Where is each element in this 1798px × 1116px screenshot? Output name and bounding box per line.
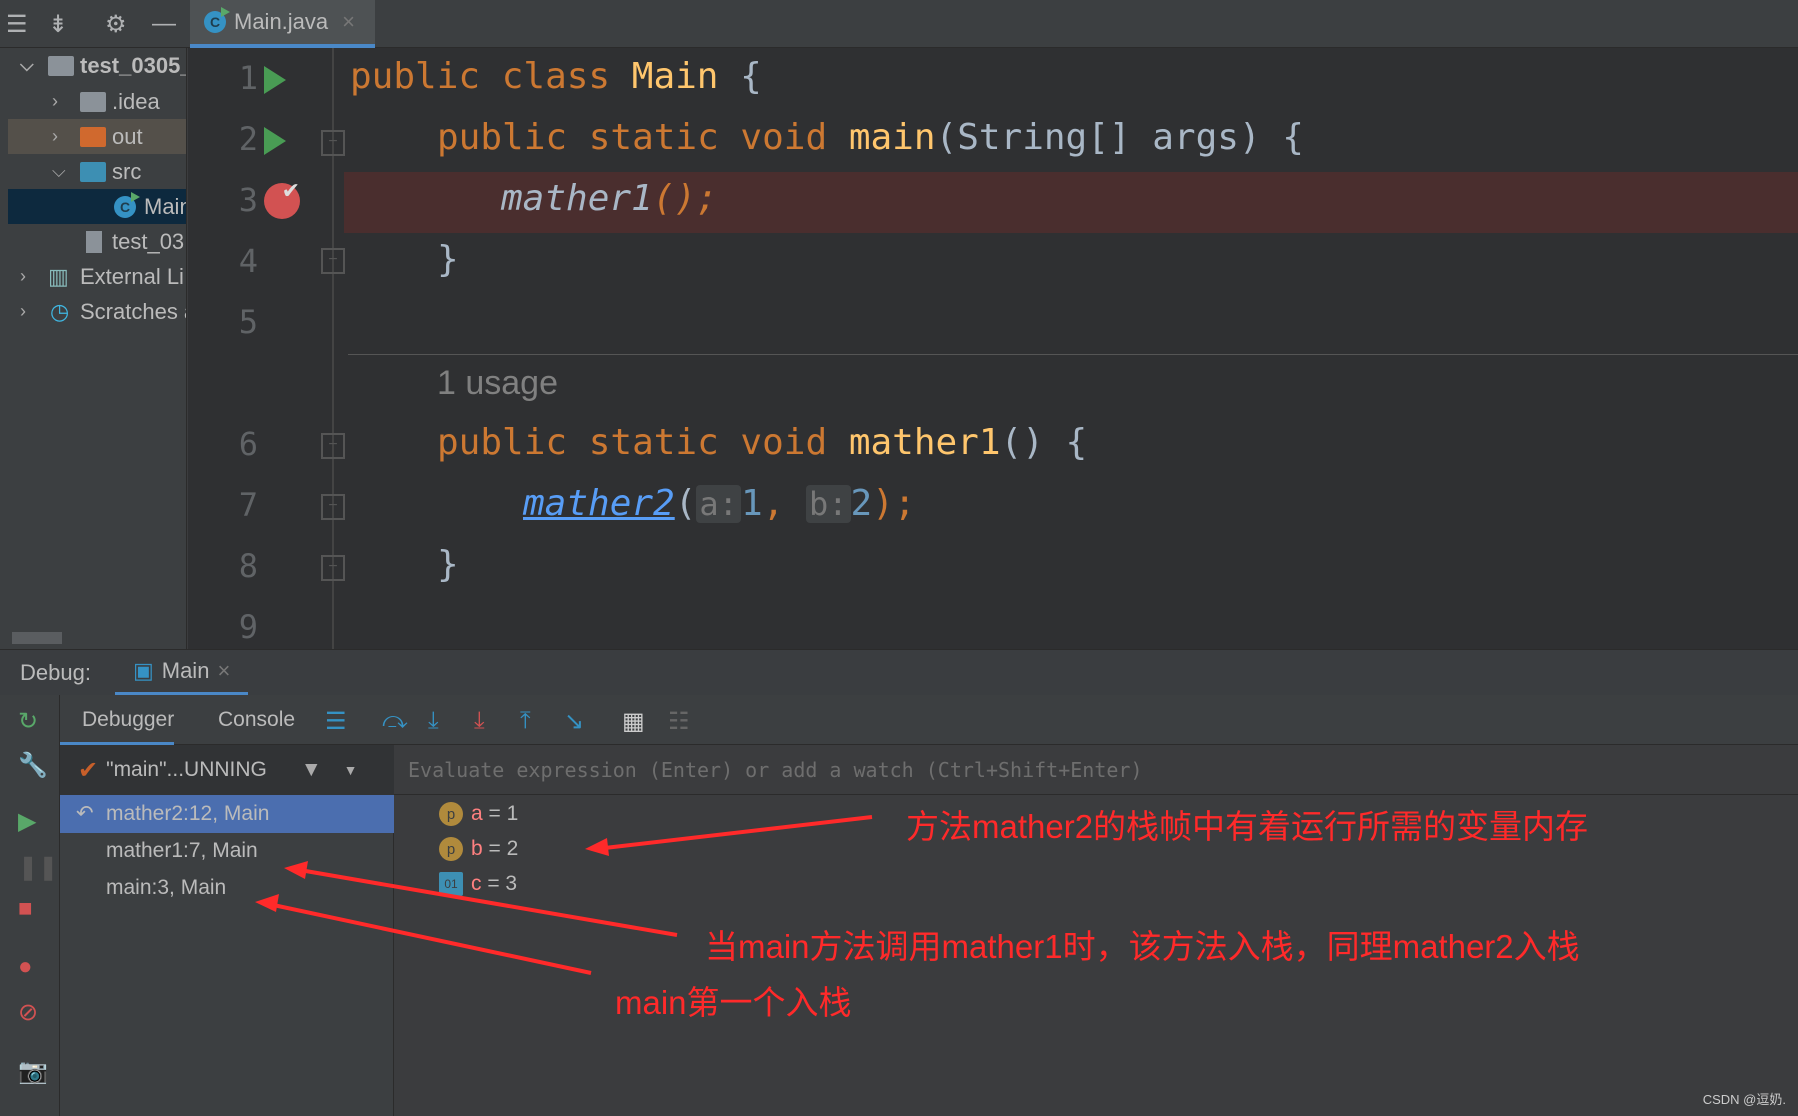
arrow-to-variables	[595, 815, 873, 851]
arrow-to-mather1-frame	[293, 867, 678, 937]
arrowhead	[585, 838, 609, 856]
annotation-text: 方法mather2的栈帧中有着运行所需的变量内存	[906, 808, 1589, 845]
annotation-text: 当main方法调用mather1时，该方法入栈，同理mather2入栈	[705, 928, 1580, 965]
arrowhead	[284, 861, 308, 879]
annotation-text: main第一个入栈	[615, 984, 852, 1021]
arrowhead	[255, 894, 279, 912]
watermark: CSDN @逗奶.	[1702, 1092, 1786, 1107]
